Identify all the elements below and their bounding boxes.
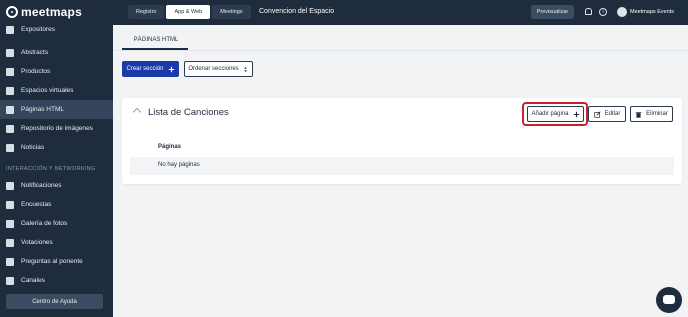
sidebar-item-label: Preguntas al ponente — [21, 258, 83, 265]
sidebar-item-label: Abstracts — [21, 49, 49, 56]
sidebar-item-label: Repositorio de imágenes — [21, 125, 93, 132]
empty-state-text: No hay páginas — [158, 162, 200, 168]
sidebar-item-productos[interactable]: Productos — [0, 62, 113, 81]
create-section-label: Crear sección — [126, 66, 164, 72]
user-name[interactable]: Meetmaps Events — [630, 9, 674, 15]
trash-icon — [635, 111, 642, 118]
sidebar-item-encuestas[interactable]: Encuestas — [0, 195, 113, 214]
empty-row — [130, 157, 674, 175]
list-icon — [6, 200, 14, 209]
notifications-bell-icon[interactable] — [585, 8, 592, 15]
hash-icon — [6, 276, 14, 285]
order-sections-label: Ordenar secciones — [188, 66, 239, 72]
sidebar-item-galeria-fotos[interactable]: Galería de fotos — [0, 214, 113, 233]
tab-app-web[interactable]: App & Web — [166, 5, 211, 19]
create-section-button[interactable]: Crear sección — [122, 61, 179, 77]
camera-icon — [6, 219, 14, 228]
sidebar-item-repositorio-imagenes[interactable]: Repositorio de imágenes — [0, 119, 113, 138]
sidebar-item-espacios-virtuales[interactable]: Espacios virtuales — [0, 81, 113, 100]
help-center-button[interactable]: Centro de Ayuda — [6, 294, 103, 309]
top-tabs: Registro App & Web Meetings — [128, 5, 251, 19]
sidebar-item-expositores[interactable]: Expositores — [0, 20, 113, 39]
sidebar-item-canales[interactable]: Canales — [0, 271, 113, 290]
sort-icon — [243, 66, 247, 72]
sidebar-item-label: Espacios virtuales — [21, 87, 74, 94]
chat-support-icon[interactable] — [656, 287, 682, 313]
section-title: Lista de Canciones — [148, 107, 229, 118]
tab-paginas-html[interactable]: PÁGINAS HTML — [126, 31, 186, 48]
logo-text: meetmaps — [21, 5, 82, 19]
edit-icon — [594, 110, 601, 118]
logo-mark-icon — [6, 6, 18, 18]
sidebar-item-notificaciones[interactable]: Notificaciones — [0, 176, 113, 195]
sidebar-item-label: Galería de fotos — [21, 220, 68, 227]
sidebar-item-label: Páginas HTML — [21, 106, 64, 113]
avatar[interactable] — [617, 7, 627, 17]
pages-table-header: Páginas — [158, 144, 182, 150]
tab-registro[interactable]: Registro — [128, 5, 165, 19]
sidebar-item-label: Noticias — [21, 144, 45, 151]
box-icon — [6, 67, 14, 76]
sidebar-item-label: Productos — [21, 68, 51, 75]
sidebar-item-votaciones[interactable]: Votaciones — [0, 233, 113, 252]
tab-meetings[interactable]: Meetings — [212, 5, 251, 19]
sidebar-item-paginas-html[interactable]: Páginas HTML — [0, 100, 113, 119]
event-title: Convencion del Espacio — [259, 8, 335, 15]
sidebar-item-noticias[interactable]: Noticias — [0, 138, 113, 157]
info-icon[interactable]: i — [599, 8, 607, 16]
sidebar-section-label: INTERACCIÓN Y NETWORKING — [6, 166, 96, 172]
sidebar-item-label: Canales — [21, 277, 45, 284]
order-sections-button[interactable]: Ordenar secciones — [184, 61, 253, 77]
book-icon — [6, 105, 14, 114]
divider — [113, 50, 688, 51]
sidebar-item-label: Votaciones — [21, 239, 53, 246]
edit-section-button[interactable]: Editar — [588, 106, 626, 122]
topbar: Registro App & Web Meetings Convencion d… — [113, 0, 688, 25]
sidebar-item-preguntas-ponente[interactable]: Preguntas al ponente — [0, 252, 113, 271]
chart-icon — [6, 238, 14, 247]
bookmark-icon — [6, 48, 14, 57]
sidebar-item-label: Notificaciones — [21, 182, 62, 189]
logo[interactable]: meetmaps — [6, 4, 82, 20]
building-icon — [6, 25, 14, 34]
delete-section-button[interactable]: Eliminar — [630, 106, 673, 122]
highlight-annotation — [522, 102, 588, 126]
plus-icon — [168, 66, 174, 72]
folder-icon — [6, 86, 14, 95]
file-icon — [6, 143, 14, 152]
sidebar-item-label: Expositores — [21, 26, 55, 33]
sidebar: meetmaps Expositores Abstracts Productos… — [0, 0, 113, 317]
edit-label: Editar — [604, 111, 621, 117]
delete-label: Eliminar — [646, 111, 668, 117]
sidebar-item-label: Encuestas — [21, 201, 52, 208]
images-icon — [6, 124, 14, 133]
sidebar-item-abstracts[interactable]: Abstracts — [0, 43, 113, 62]
bell-icon — [6, 181, 14, 190]
chat-icon — [6, 257, 14, 266]
preview-button[interactable]: Previsualizar — [531, 5, 574, 19]
